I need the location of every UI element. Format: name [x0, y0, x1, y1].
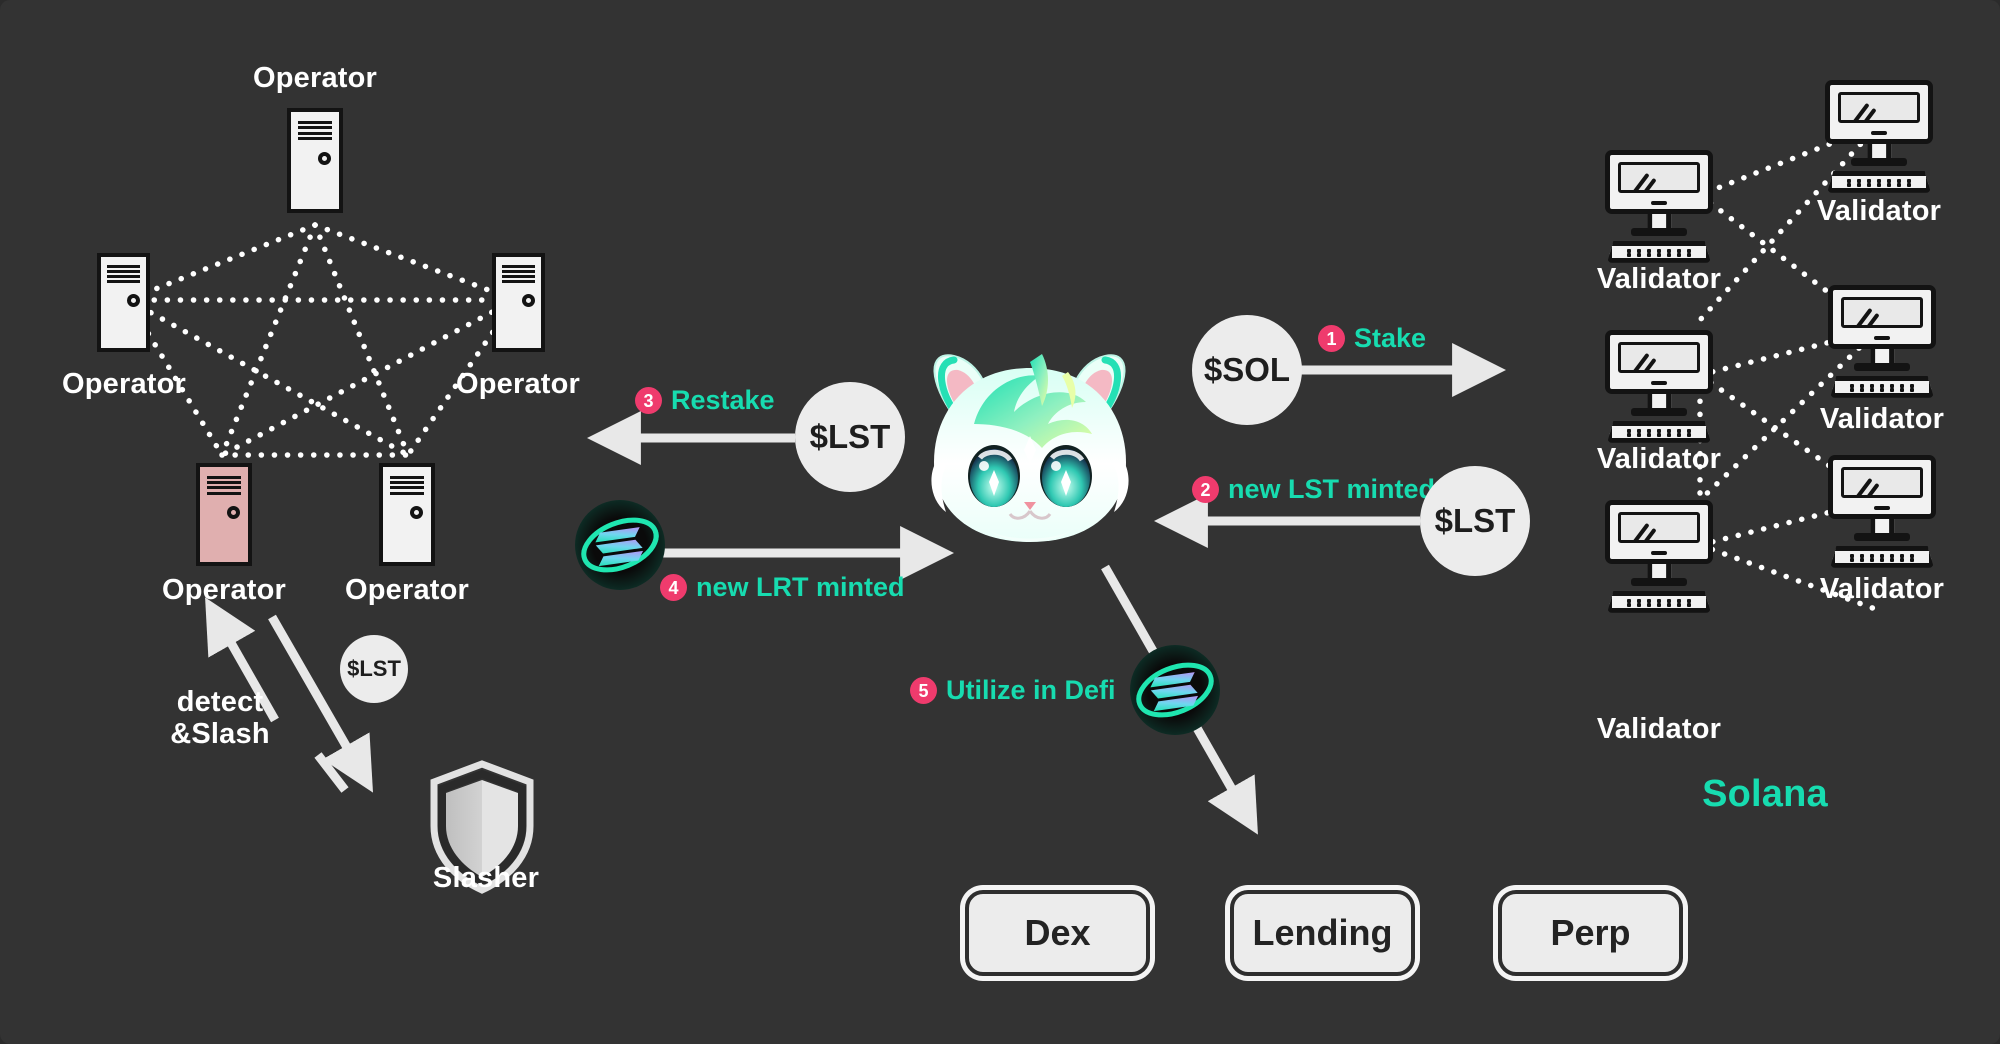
step-2-badge: 2 — [1192, 476, 1219, 503]
monitor-icon — [1825, 80, 1933, 145]
defi-box-lending[interactable]: Lending — [1230, 890, 1415, 976]
operator-node-bottom-right[interactable] — [379, 463, 435, 566]
operator-mesh — [125, 222, 518, 458]
solana-network-label: Solana — [1702, 773, 1828, 815]
lst-token-minted[interactable]: $LST — [1420, 466, 1530, 576]
validator-label-1: Validator — [1816, 195, 1942, 227]
defi-box-dex[interactable]: Dex — [965, 890, 1150, 976]
step-4-badge: 4 — [660, 574, 687, 601]
lst-token-slash[interactable]: $LST — [340, 635, 408, 703]
lst-token-restake[interactable]: $LST — [795, 382, 905, 492]
step-3-badge: 3 — [635, 387, 662, 414]
operator-node-right[interactable] — [492, 253, 545, 352]
keyboard-icon — [1830, 375, 1934, 398]
monitor-screen — [1618, 342, 1700, 374]
server-power-icon — [318, 151, 332, 165]
validator-node-5[interactable] — [1828, 455, 1936, 570]
step-5-badge: 5 — [910, 677, 937, 704]
monitor-icon — [1605, 330, 1713, 395]
validator-node-3[interactable] — [1828, 285, 1936, 400]
monitor-screen — [1841, 297, 1923, 329]
step-2-new-lst-minted: 2 new LST minted — [1192, 474, 1435, 505]
step-3-restake: 3 Restake — [635, 385, 775, 416]
validator-label-5: Validator — [1819, 573, 1945, 605]
keyboard-icon — [1607, 240, 1711, 263]
step-1-label: Stake — [1354, 323, 1427, 353]
step-1-stake: 1 Stake — [1318, 323, 1426, 354]
validator-node-2[interactable] — [1605, 150, 1713, 265]
step-1-badge: 1 — [1318, 325, 1345, 352]
fungi-cat-mascot — [931, 354, 1129, 542]
keyboard-icon — [1827, 170, 1931, 193]
server-power-icon — [410, 505, 424, 519]
sol-token[interactable]: $SOL — [1192, 315, 1302, 425]
monitor-screen — [1838, 92, 1920, 124]
slash-arrow-dash — [314, 752, 349, 793]
monitor-icon — [1605, 150, 1713, 215]
step-3-label: Restake — [671, 385, 775, 415]
step-2-label: new LST minted — [1228, 474, 1436, 504]
lrt-token-icon-step5 — [1130, 645, 1220, 735]
monitor-screen — [1841, 467, 1923, 499]
defi-box-lending-label: Lending — [1252, 912, 1393, 953]
step-4-new-lrt-minted: 4 new LRT minted — [660, 572, 905, 603]
detect-slash-label-line2: &Slash — [170, 718, 270, 750]
server-vents — [297, 120, 333, 141]
monitor-icon — [1828, 455, 1936, 520]
defi-box-perp[interactable]: Perp — [1498, 890, 1683, 976]
keyboard-icon — [1607, 420, 1711, 443]
lst-token-minted-label: $LST — [1434, 502, 1516, 539]
server-vents — [107, 265, 140, 284]
operator-node-top[interactable] — [287, 108, 343, 213]
operator-label-right: Operator — [455, 368, 581, 400]
validator-label-2: Validator — [1596, 263, 1722, 295]
server-vents — [502, 265, 535, 284]
server-power-icon — [126, 294, 140, 308]
detect-slash-label-line1: detect — [176, 686, 264, 718]
server-vents — [389, 475, 425, 495]
monitor-screen — [1618, 162, 1700, 194]
operator-label-top: Operator — [252, 62, 378, 94]
defi-box-perp-label: Perp — [1550, 912, 1631, 953]
keyboard-icon — [1607, 590, 1711, 613]
lst-token-restake-label: $LST — [809, 418, 891, 455]
monitor-screen — [1618, 512, 1700, 544]
server-power-icon — [227, 505, 241, 519]
server-power-icon — [521, 294, 535, 308]
step-5-utilize-in-defi: 5 Utilize in Defi — [910, 675, 1116, 706]
validator-node-4[interactable] — [1605, 330, 1713, 445]
operator-node-left[interactable] — [97, 253, 150, 352]
operator-node-slashed[interactable] — [196, 463, 252, 566]
defi-box-dex-label: Dex — [1024, 912, 1091, 953]
lrt-token-icon-step4 — [575, 500, 665, 590]
monitor-icon — [1828, 285, 1936, 350]
validator-node-6[interactable] — [1605, 500, 1713, 615]
keyboard-icon — [1830, 545, 1934, 568]
step-4-label: new LRT minted — [696, 572, 905, 602]
validator-label-6: Validator — [1596, 713, 1722, 745]
validator-label-3: Validator — [1819, 403, 1945, 435]
operator-label-bottom-right: Operator — [344, 574, 470, 606]
slasher-label: Slasher — [432, 862, 540, 894]
server-vents — [206, 475, 242, 495]
monitor-icon — [1605, 500, 1713, 565]
sol-token-label: $SOL — [1203, 351, 1291, 388]
step-5-label: Utilize in Defi — [946, 675, 1116, 705]
diagram-canvas: Operator Operator Operator Operator Oper… — [0, 0, 2000, 1044]
lst-token-slash-label: $LST — [347, 656, 401, 681]
validator-node-1[interactable] — [1825, 80, 1933, 195]
operator-label-left: Operator — [61, 368, 187, 400]
validator-label-4: Validator — [1596, 443, 1722, 475]
